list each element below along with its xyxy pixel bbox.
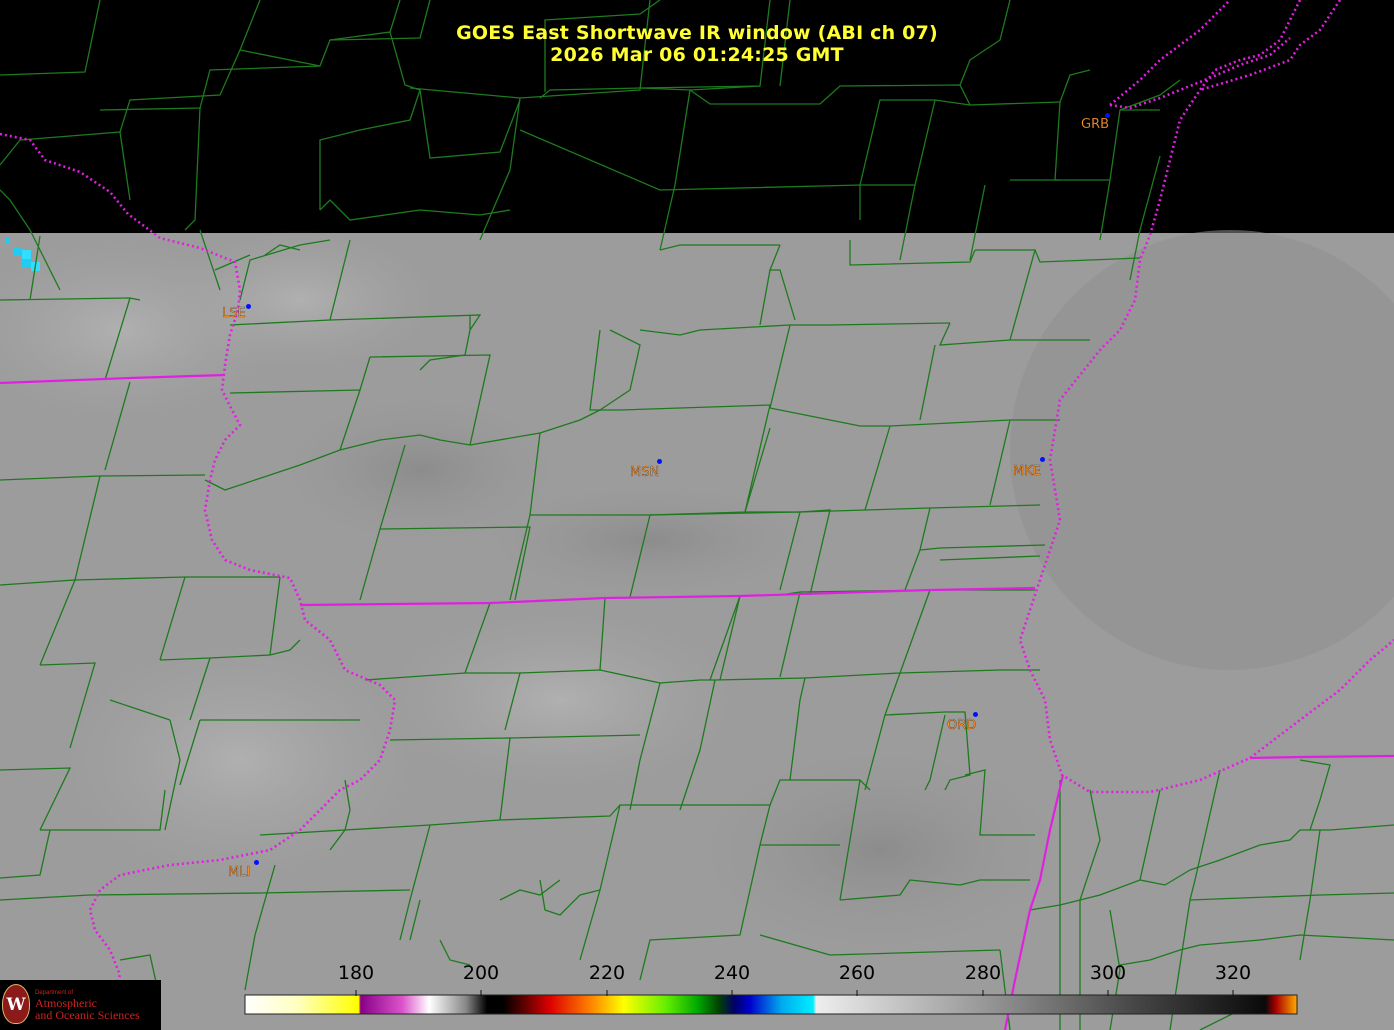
aos-logo: W Department of Atmospheric and Oceanic … (0, 980, 161, 1030)
map-timestamp: 2026 Mar 06 01:24:25 GMT (550, 44, 844, 66)
colorbar-tick-label: 180 (337, 962, 375, 984)
uw-seal-icon: W (2, 984, 30, 1024)
city-label-mli: MLI (228, 865, 251, 880)
colorbar-tick-label: 300 (1089, 962, 1127, 984)
colorbar-tick-label: 220 (588, 962, 626, 984)
colorbar-tick-label: 240 (713, 962, 751, 984)
city-dot-ord (973, 712, 978, 717)
satellite-map (0, 0, 1394, 1030)
colorbar-tick-label: 320 (1214, 962, 1252, 984)
city-label-ord: ORD (947, 718, 977, 733)
city-label-msn: MSN (630, 465, 660, 480)
city-dot-mli (254, 860, 259, 865)
city-label-mke: MKE (1013, 464, 1041, 479)
city-dot-lse (246, 304, 251, 309)
map-title: GOES East Shortwave IR window (ABI ch 07… (456, 22, 938, 44)
city-label-grb: GRB (1081, 117, 1110, 132)
colorbar-tick-label: 260 (838, 962, 876, 984)
city-label-lse: LSE (222, 306, 246, 321)
colorbar (244, 994, 1298, 1015)
logo-line2: and Oceanic Sciences (35, 1008, 140, 1022)
colorbar-tick-label: 200 (462, 962, 500, 984)
city-dot-mke (1040, 457, 1045, 462)
colorbar-tick-label: 280 (964, 962, 1002, 984)
city-dot-msn (657, 459, 662, 464)
